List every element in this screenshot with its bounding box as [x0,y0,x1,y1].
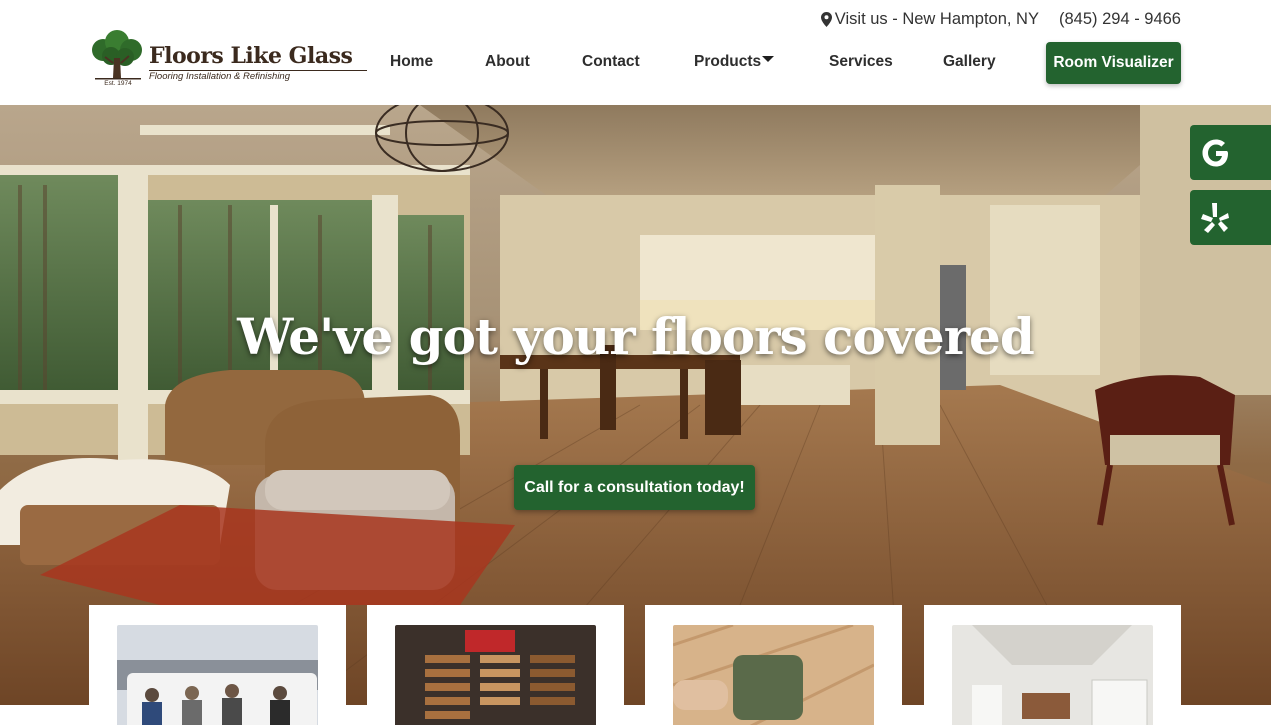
card-image-room [952,625,1153,725]
nav-about[interactable]: About [485,53,530,71]
site-header: Est. 1974 Floors Like Glass Flooring Ins… [0,0,1271,105]
nav-products[interactable]: Products [694,53,775,71]
logo-established: Est. 1974 [104,80,132,87]
contact-bar: Visit us - New Hampton, NY (845) 294 - 9… [820,10,1181,29]
feature-card-refinishing[interactable] [645,605,902,725]
yelp-reviews-link[interactable] [1190,190,1271,245]
logo-name: Floors Like Glass [149,43,353,69]
tree-logo-icon [92,30,142,80]
card-image-refinishing [673,625,874,725]
map-pin-icon [820,12,832,27]
location-link[interactable]: Visit us - New Hampton, NY [835,10,1039,29]
caret-down-icon [762,56,775,62]
room-visualizer-button[interactable]: Room Visualizer [1046,42,1181,84]
nav-home[interactable]: Home [390,53,433,71]
google-reviews-link[interactable] [1190,125,1271,180]
phone-link[interactable]: (845) 294 - 9466 [1059,10,1181,29]
feature-card-team[interactable] [89,605,346,725]
yelp-icon [1201,202,1229,233]
nav-contact[interactable]: Contact [582,53,640,71]
nav-products-label: Products [694,53,762,70]
card-image-team [117,625,318,725]
nav-services[interactable]: Services [829,53,893,71]
google-icon [1202,139,1228,166]
logo-tagline: Flooring Installation & Refinishing [149,71,290,82]
card-image-samples [395,625,596,725]
nav-gallery[interactable]: Gallery [943,53,996,71]
feature-card-samples[interactable] [367,605,624,725]
site-logo[interactable]: Est. 1974 Floors Like Glass Flooring Ins… [89,30,369,92]
consultation-button[interactable]: Call for a consultation today! [514,465,755,510]
feature-card-room[interactable] [924,605,1181,725]
logo-divider [149,70,367,71]
hero-title: We've got your floors covered [237,307,1035,366]
